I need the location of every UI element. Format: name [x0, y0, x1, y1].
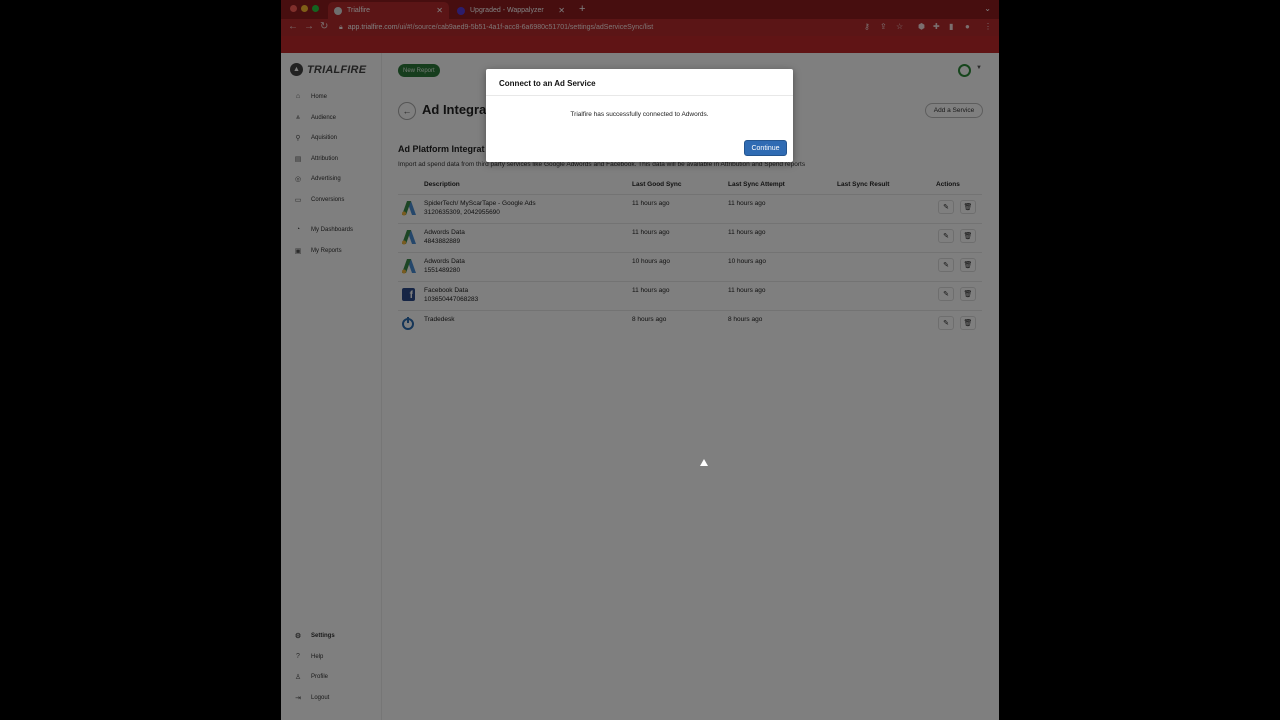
dialog-title: Connect to an Ad Service — [499, 79, 596, 88]
browser-window: Trialfire ✕ Upgraded - Wappalyzer ✕ + ⌄ … — [281, 0, 999, 720]
mouse-cursor-icon — [700, 459, 708, 466]
continue-button[interactable]: Continue — [744, 140, 787, 156]
connect-dialog: Connect to an Ad Service Trialfire has s… — [486, 69, 793, 162]
dialog-message: Trialfire has successfully connected to … — [570, 111, 709, 118]
dialog-divider — [486, 95, 793, 96]
